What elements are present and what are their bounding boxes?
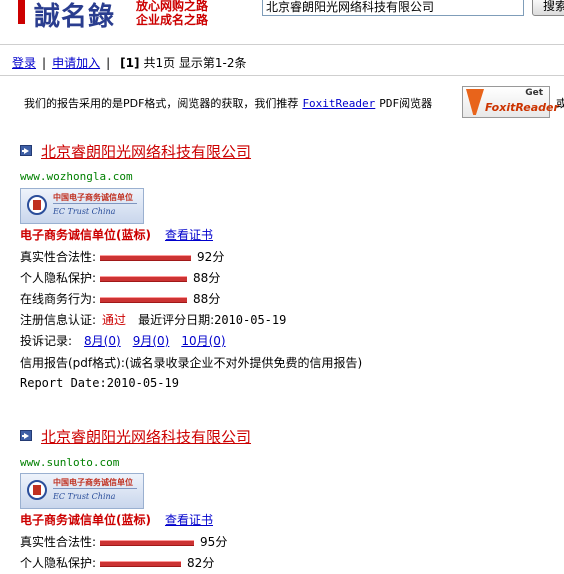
score-row: 真实性合法性: 92分 (20, 248, 224, 265)
arrow-icon (20, 145, 32, 156)
score-bar (100, 275, 188, 282)
report-label: 信用报告(pdf格式): (20, 356, 125, 370)
login-link[interactable]: 登录 (12, 56, 36, 70)
score-label: 在线商务行为: (20, 292, 97, 306)
report-row: 信用报告(pdf格式):(诚名录收录企业不对外提供免费的信用报告) (20, 354, 362, 371)
company-url[interactable]: www.wozhongla.com (20, 170, 133, 183)
page-info: 共1页 显示第1-2条 (143, 56, 247, 70)
cert-row: 电子商务诚信单位(蓝标) 查看证书 (20, 226, 213, 243)
foxit-name-label: FoxitReader (485, 101, 559, 114)
score-value: 88分 (193, 271, 221, 285)
cert-status: 电子商务诚信单位(蓝标) (20, 513, 151, 527)
arrow-icon (20, 430, 32, 441)
score-row: 个人隐私保护: 88分 (20, 269, 220, 286)
current-page: [1] (120, 56, 140, 70)
apply-link[interactable]: 申请加入 (52, 56, 100, 70)
complaint-month-link[interactable]: 10月(0) (181, 334, 225, 348)
company-url[interactable]: www.sunloto.com (20, 456, 119, 469)
foxit-reader-banner[interactable]: Get FoxitReader (462, 86, 559, 118)
company-link[interactable]: 北京睿朗阳光网络科技有限公司 (41, 141, 251, 162)
trust-badge[interactable]: 中国电子商务诚信单位 EC Trust China (20, 473, 144, 509)
badge-en-text: EC Trust China (53, 492, 116, 501)
nav-separator: | (106, 56, 111, 70)
registration-status: 通过 (102, 313, 127, 327)
badge-cn-text: 中国电子商务诚信单位 (53, 478, 133, 487)
score-value: 88分 (193, 292, 221, 306)
score-bar (100, 254, 192, 261)
score-bar (100, 296, 188, 303)
cert-row: 电子商务诚信单位(蓝标) 查看证书 (20, 511, 213, 528)
badge-divider (53, 488, 137, 489)
badge-en-text: EC Trust China (53, 207, 116, 216)
eval-date: 2010-05-19 (214, 313, 287, 327)
score-label: 真实性合法性: (20, 535, 97, 549)
score-row: 在线商务行为: 88分 (20, 290, 220, 307)
complaint-month-link[interactable]: 9月(0) (133, 334, 170, 348)
score-row: 个人隐私保护: 82分 (20, 554, 214, 571)
view-certificate-link[interactable]: 查看证书 (165, 513, 213, 527)
score-label: 个人隐私保护: (20, 556, 97, 570)
badge-cn-text: 中国电子商务诚信单位 (53, 193, 133, 202)
notice-edge-text: 或 (556, 97, 564, 110)
foxit-get-label: Get (525, 88, 543, 98)
cert-status: 电子商务诚信单位(蓝标) (20, 228, 151, 242)
pdf-notice: 我们的报告采用的是PDF格式，阅览器的获取，我们推荐 FoxitReader PDF… (24, 95, 432, 111)
foxit-logo-icon (466, 89, 484, 115)
slogan-line-2: 企业成名之路 (136, 13, 209, 27)
trust-seal-icon (27, 195, 47, 215)
badge-divider (53, 203, 137, 204)
view-certificate-link[interactable]: 查看证书 (165, 228, 213, 242)
registration-row: 注册信息认证: 通过 最近评分日期:2010-05-19 (20, 311, 286, 328)
score-value: 95分 (200, 535, 228, 549)
complaint-row: 投诉记录: 8月(0) 9月(0) 10月(0) (20, 332, 226, 349)
site-logo[interactable]: 誠名錄 (34, 0, 115, 33)
search-input[interactable]: 北京睿朗阳光网络科技有限公司 (262, 0, 524, 16)
score-value: 92分 (197, 250, 225, 264)
company-link[interactable]: 北京睿朗阳光网络科技有限公司 (41, 426, 251, 447)
slogan-line-1: 放心网购之路 (136, 0, 209, 13)
eval-date-label: 最近评分日期: (138, 313, 215, 327)
score-value: 82分 (187, 556, 215, 570)
report-note: (诚名录收录企业不对外提供免费的信用报告) (124, 356, 363, 370)
score-label: 个人隐私保护: (20, 271, 97, 285)
header-divider (0, 44, 564, 45)
notice-text-after: PDF阅览器 (379, 97, 433, 110)
registration-label: 注册信息认证: (20, 313, 97, 327)
foxit-reader-link[interactable]: FoxitReader (302, 97, 375, 110)
nav-divider (0, 75, 564, 76)
score-bar (100, 560, 182, 567)
trust-seal-icon (27, 480, 47, 500)
score-row: 真实性合法性: 95分 (20, 533, 227, 550)
score-label: 真实性合法性: (20, 250, 97, 264)
nav-separator: | (42, 56, 47, 70)
report-date: Report Date:2010-05-19 (20, 376, 179, 390)
score-bar (100, 539, 195, 546)
complaint-month-link[interactable]: 8月(0) (84, 334, 121, 348)
complaint-label: 投诉记录: (20, 334, 73, 348)
trust-badge[interactable]: 中国电子商务诚信单位 EC Trust China (20, 188, 144, 224)
notice-text: 我们的报告采用的是PDF格式，阅览器的获取，我们推荐 (24, 97, 299, 110)
logo-bar (18, 0, 25, 24)
search-button[interactable]: 搜索 (532, 0, 564, 16)
nav-bar: 登录 | 申请加入 | [1] 共1页 显示第1-2条 (12, 54, 247, 71)
